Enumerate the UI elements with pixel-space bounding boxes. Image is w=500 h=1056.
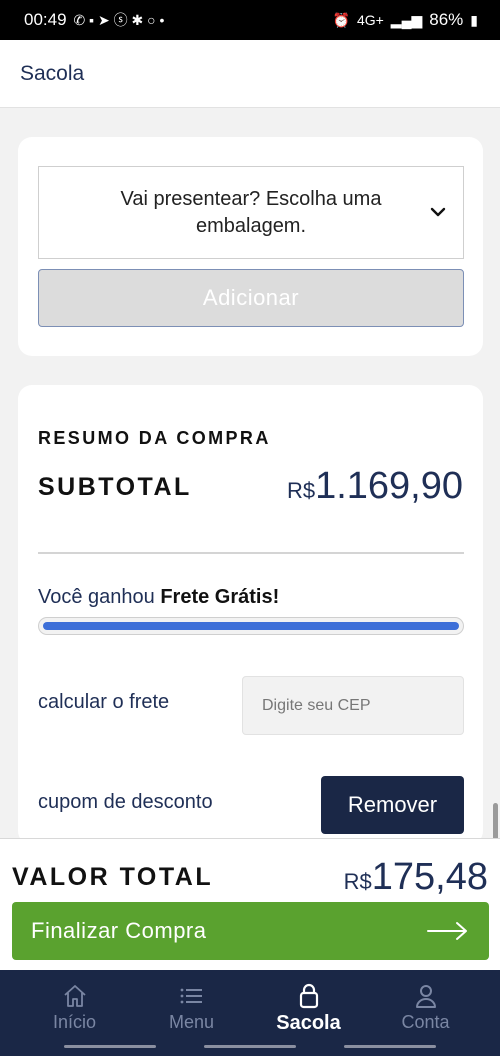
home-icon [63,985,86,1007]
app-header: Sacola [0,40,500,108]
gesture-bar-back[interactable] [344,1045,436,1048]
page-title: Sacola [20,61,85,85]
user-icon [415,985,436,1008]
nav-item-conta[interactable]: Conta [367,970,484,1056]
divider [38,552,464,554]
order-summary-card: RESUMO DA COMPRA SUBTOTAL R$1.169,90 Voc… [18,385,483,845]
signal-icon: ▂▄▆ [390,11,423,28]
total-bar: VALOR TOTAL R$175,48 Finalizar Compra [0,838,500,970]
gift-wrap-select-text: Vai presentear? Escolha uma embalagem. [120,187,382,237]
status-left: 00:49 ✆ ▪ ➤ ⓢ ✱ ○ • [24,10,164,30]
arrow-right-icon [427,922,467,940]
nav-label-sacola: Sacola [276,1012,341,1034]
battery-icon: ▮ [470,11,478,28]
nav-label-conta: Conta [401,1012,450,1032]
gesture-bar-home[interactable] [204,1045,296,1048]
remove-coupon-button[interactable]: Remover [321,776,464,834]
freight-label: calcular o frete [38,691,170,713]
free-shipping-progress-fill [43,622,459,630]
battery-level: 86% [429,10,464,29]
alarm-icon: ⏰ [332,11,350,28]
bottom-nav: Início Menu Sacola Conta [0,970,500,1056]
gift-card: Vai presentear? Escolha uma embalagem. A… [18,137,483,356]
checkout-button[interactable]: Finalizar Compra [12,902,489,960]
bag-icon [299,983,318,1009]
free-shipping-prefix: Você ganhou [38,586,155,608]
coupon-label: cupom de desconto [38,791,213,813]
total-currency: R$ [343,869,372,894]
status-time: 00:49 [24,10,67,29]
network-label: 4G+ [356,12,384,28]
subtotal-amount: 1.169,90 [315,465,463,507]
checkout-label: Finalizar Compra [31,918,207,943]
subtotal-label: SUBTOTAL [38,473,192,501]
summary-heading: RESUMO DA COMPRA [38,428,271,448]
subtotal-currency: R$ [286,478,316,503]
gift-wrap-select[interactable]: Vai presentear? Escolha uma embalagem. [38,166,464,259]
free-shipping-progress [38,617,464,635]
nav-item-sacola[interactable]: Sacola [250,970,367,1056]
gesture-bar-recents[interactable] [64,1045,156,1048]
total-label: VALOR TOTAL [12,863,214,891]
cep-input[interactable] [242,676,464,735]
nav-label-inicio: Início [52,1012,97,1032]
nav-label-menu: Menu [168,1012,215,1032]
chevron-down-icon [430,207,446,217]
subtotal-value: R$1.169,90 [287,465,463,508]
menu-icon [180,988,202,1004]
free-shipping-message: Você ganhou Frete Grátis! [38,586,279,609]
status-right: ⏰ 4G+ ▂▄▆ 86% ▮ [333,10,479,30]
total-value: R$175,48 [344,856,488,899]
free-shipping-bold: Frete Grátis! [160,586,280,608]
status-bar: 00:49 ✆ ▪ ➤ ⓢ ✱ ○ • ⏰ 4G+ ▂▄▆ 86% ▮ [0,0,500,40]
notification-icons: ✆ ▪ ➤ ⓢ ✱ ○ • [73,12,165,28]
nav-item-menu[interactable]: Menu [133,970,250,1056]
nav-item-inicio[interactable]: Início [16,970,133,1056]
add-gift-wrap-button[interactable]: Adicionar [38,269,464,327]
total-amount: 175,48 [371,856,488,898]
